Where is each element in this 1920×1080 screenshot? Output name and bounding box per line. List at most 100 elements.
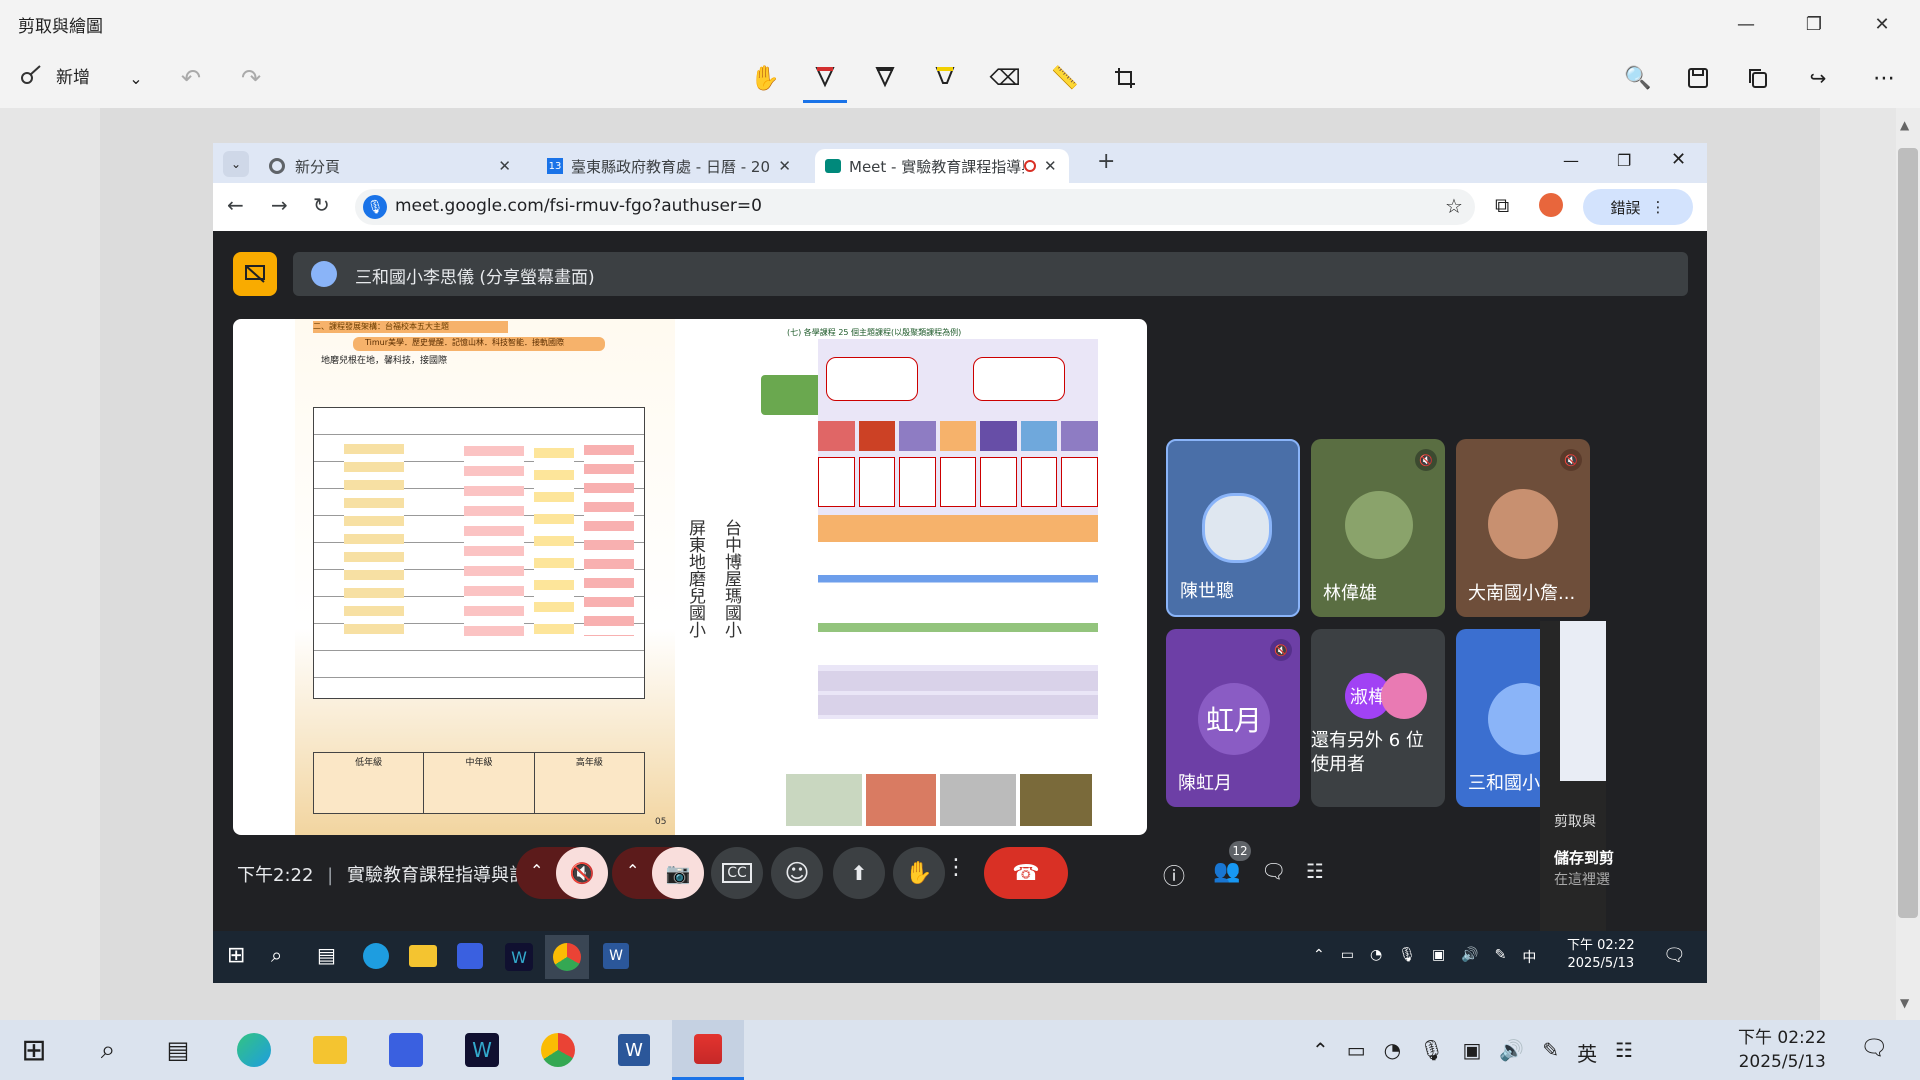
participant-name: 陳世聰 bbox=[1180, 581, 1234, 602]
new-snip-dropdown[interactable]: ⌄ bbox=[114, 56, 158, 100]
chrome-taskbar-item bbox=[545, 935, 589, 979]
tab-title: 新分頁 bbox=[295, 157, 341, 176]
raise-hand-button[interactable]: ✋ bbox=[893, 847, 945, 899]
kebab-menu-icon: ⋮ bbox=[945, 855, 967, 880]
close-tab-icon[interactable]: ✕ bbox=[1044, 157, 1057, 175]
file-explorer-button[interactable] bbox=[310, 1030, 350, 1070]
pen-icon[interactable]: ✎ bbox=[1542, 1038, 1559, 1067]
tab-new-tab[interactable]: 新分頁 ✕ bbox=[259, 149, 523, 183]
extensions-button[interactable]: ⧉ bbox=[1495, 193, 1509, 217]
undo-button[interactable]: ↶ bbox=[169, 56, 213, 100]
redo-button[interactable]: ↷ bbox=[229, 56, 273, 100]
camera-off-button[interactable]: 📷 bbox=[652, 847, 704, 899]
avatar bbox=[1488, 489, 1558, 559]
zoom-button[interactable]: 🔍 bbox=[1616, 56, 1660, 100]
chrome-button[interactable] bbox=[538, 1030, 578, 1070]
reload-button[interactable]: ↻ bbox=[313, 193, 330, 217]
omnibox[interactable]: 🎙 meet.google.com/fsi-rmuv-fgo?authuser=… bbox=[355, 189, 1475, 225]
undo-icon: ↶ bbox=[180, 64, 202, 92]
wifi-icon[interactable]: ◔ bbox=[1384, 1038, 1401, 1067]
word-icon: W bbox=[603, 943, 629, 969]
more-button[interactable]: ⋯ bbox=[1862, 56, 1906, 100]
close-tab-icon[interactable]: ✕ bbox=[778, 157, 791, 175]
more-options-button[interactable]: ⋮ bbox=[945, 855, 967, 880]
crop-button[interactable] bbox=[1103, 56, 1147, 100]
edge-button[interactable] bbox=[234, 1030, 274, 1070]
people-button[interactable]: 👥 12 bbox=[1213, 841, 1251, 884]
chevron-up-icon[interactable]: ⌃ bbox=[530, 861, 543, 880]
tab-meet[interactable]: Meet - 實驗教育課程指導與 ✕ bbox=[815, 149, 1069, 183]
grade-table: 低年級 中年級 高年級 bbox=[313, 752, 645, 814]
copy-button[interactable] bbox=[1736, 56, 1780, 100]
presentation-stop-button[interactable] bbox=[233, 252, 277, 296]
end-call-button[interactable]: ☎ bbox=[984, 847, 1068, 899]
taskbar: ⊞ ⌕ ▤ W W ⌃ ▭ ◔ 🎙 ▣ 🔊 ✎ 英 ☷ 下午 02:22 202… bbox=[0, 1020, 1920, 1080]
chevron-up-icon[interactable]: ⌃ bbox=[1312, 1038, 1329, 1067]
save-button[interactable] bbox=[1676, 56, 1720, 100]
task-view-button[interactable]: ▤ bbox=[158, 1030, 198, 1070]
vertical-scrollbar[interactable]: ▲ ▼ bbox=[1896, 108, 1920, 1020]
battery-icon[interactable]: ▭ bbox=[1347, 1038, 1366, 1067]
ruler-button[interactable]: 📏 bbox=[1043, 56, 1087, 100]
browser-minimize-button[interactable]: — bbox=[1563, 151, 1579, 170]
notification-center-button[interactable]: 🗨 bbox=[1860, 1036, 1888, 1061]
present-button[interactable]: ⬆ bbox=[833, 847, 885, 899]
chat-button[interactable]: 🗨 bbox=[1261, 859, 1286, 883]
touch-writing-button[interactable]: ✋ bbox=[743, 56, 787, 100]
activities-button[interactable]: ☷ bbox=[1306, 859, 1324, 883]
volume-icon[interactable]: 🔊 bbox=[1499, 1038, 1524, 1067]
share-button[interactable]: ↪ bbox=[1796, 56, 1840, 100]
profile-error-button[interactable]: 錯誤 ⋮ bbox=[1583, 189, 1693, 225]
app-button[interactable]: W bbox=[462, 1030, 502, 1070]
ime-label[interactable]: 英 bbox=[1577, 1038, 1597, 1067]
tab-search-button[interactable]: ⌄ bbox=[223, 151, 249, 177]
participant-tile[interactable]: 陳世聰 bbox=[1166, 439, 1300, 617]
screen-icon: ▣ bbox=[1431, 947, 1446, 963]
close-button[interactable]: ✕ bbox=[1852, 6, 1912, 42]
profile-extension-icon[interactable] bbox=[1539, 193, 1563, 217]
browser-close-button[interactable]: ✕ bbox=[1671, 149, 1686, 170]
zoom-in-icon: 🔍 bbox=[1624, 65, 1652, 91]
participant-tile[interactable]: 三和國小學 bbox=[1456, 629, 1540, 807]
slide-left-header: 二、課程發展架構：台福校本五大主題 bbox=[313, 321, 508, 333]
participant-tile[interactable]: 🔇 林偉雄 bbox=[1311, 439, 1445, 617]
app-button[interactable] bbox=[386, 1030, 426, 1070]
meeting-separator: | bbox=[327, 865, 334, 886]
back-button[interactable]: ← bbox=[227, 193, 244, 217]
grade-mid: 中年級 bbox=[424, 753, 535, 813]
present-icon: ⬆ bbox=[850, 861, 868, 885]
start-button[interactable]: ⊞ bbox=[14, 1030, 54, 1070]
url-text: meet.google.com/fsi-rmuv-fgo?authuser=0 bbox=[395, 196, 762, 216]
clock[interactable]: 下午 02:22 2025/5/13 bbox=[1738, 1026, 1826, 1074]
scroll-thumb[interactable] bbox=[1898, 148, 1918, 918]
chevron-up-icon[interactable]: ⌃ bbox=[626, 861, 639, 880]
bookmark-star-icon[interactable]: ☆ bbox=[1445, 194, 1463, 218]
new-snip-button[interactable]: 新增 bbox=[18, 62, 90, 88]
restore-button[interactable]: ❐ bbox=[1784, 6, 1844, 42]
word-button[interactable]: W bbox=[614, 1030, 654, 1070]
browser-restore-button[interactable]: ❐ bbox=[1617, 151, 1631, 170]
mic-off-button[interactable]: 🔇 bbox=[556, 847, 608, 899]
snipping-tool-button[interactable] bbox=[672, 1020, 744, 1080]
minimize-button[interactable]: — bbox=[1716, 6, 1776, 42]
tab-calendar[interactable]: 13 臺東縣政府教育處 - 日曆 - 202 ✕ bbox=[539, 149, 803, 183]
search-button[interactable]: ⌕ bbox=[88, 1030, 128, 1070]
highlighter-button[interactable] bbox=[923, 56, 967, 100]
screen-icon[interactable]: ▣ bbox=[1463, 1038, 1482, 1067]
others-tile[interactable]: 淑樺 還有另外 6 位使用者 bbox=[1311, 629, 1445, 807]
captions-button[interactable]: CC bbox=[711, 847, 763, 899]
new-tab-button[interactable]: + bbox=[1097, 149, 1115, 174]
forward-button[interactable]: → bbox=[271, 193, 288, 217]
participant-tile[interactable]: 🔇 大南國小詹... bbox=[1456, 439, 1590, 617]
eraser-button[interactable]: ⌫ bbox=[983, 56, 1027, 100]
ime-mode-icon[interactable]: ☷ bbox=[1615, 1038, 1633, 1067]
notification-toast[interactable]: 剪取與 儲存到剪 在這裡選 bbox=[1540, 621, 1614, 931]
microphone-icon[interactable]: 🎙 bbox=[1419, 1038, 1444, 1067]
black-pen-button[interactable] bbox=[863, 56, 907, 100]
close-tab-icon[interactable]: ✕ bbox=[498, 157, 511, 175]
red-pen-button[interactable] bbox=[803, 56, 847, 103]
reactions-button[interactable]: ☺ bbox=[771, 847, 823, 899]
meeting-details-button[interactable]: ⓘ bbox=[1163, 859, 1185, 891]
participant-tile[interactable]: 🔇 虹月 陳虹月 bbox=[1166, 629, 1300, 807]
microphone-icon[interactable]: 🎙 bbox=[363, 195, 387, 219]
